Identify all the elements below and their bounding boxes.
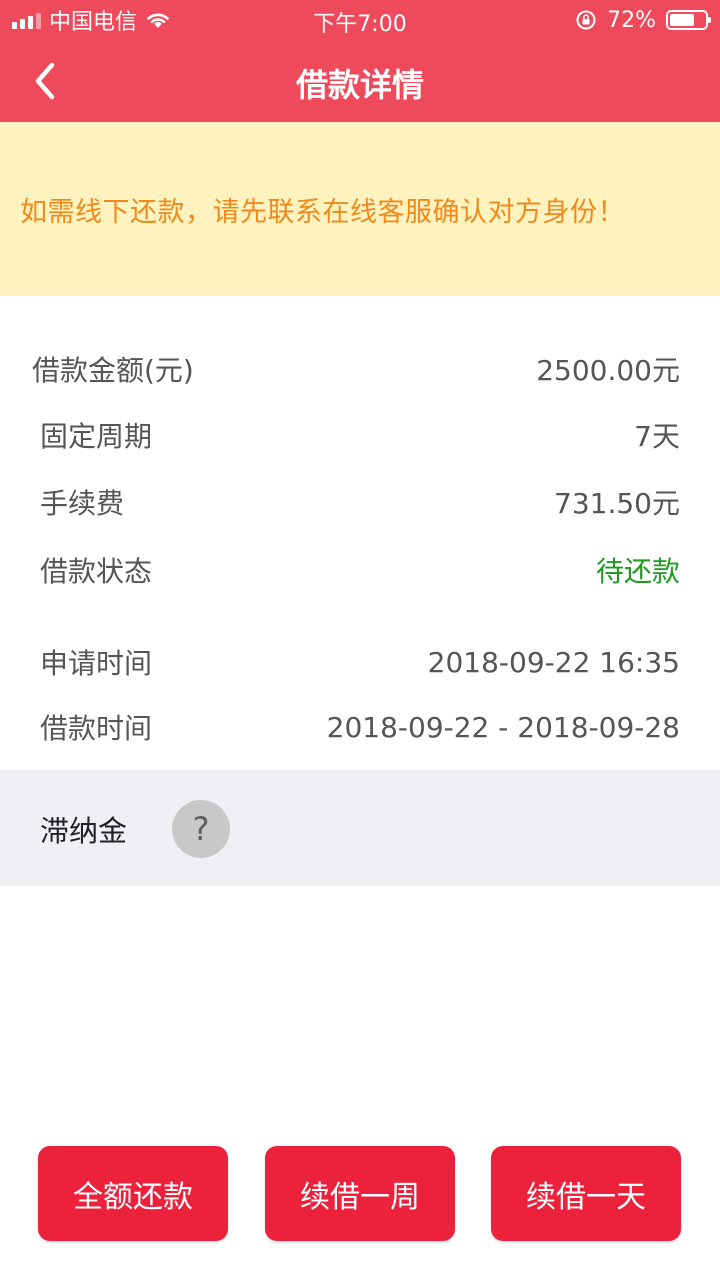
battery-fill [670, 14, 695, 26]
detail-row-fee: 手续费 731.50元 [40, 477, 680, 527]
detail-row-apply-time: 申请时间 2018-09-22 16:35 [40, 637, 680, 687]
notice-text: 如需线下还款，请先联系在线客服确认对方身份！ [20, 196, 625, 228]
late-fee-section: 滞纳金 ? [0, 770, 720, 886]
fee-label: 手续费 [40, 487, 125, 520]
status-bar: 中国电信 下午7:00 72% [0, 0, 720, 40]
loan-time-value: 2018-09-22 - 2018-09-28 [326, 710, 680, 744]
loan-time-label: 借款时间 [40, 712, 153, 745]
battery-percent: 72% [607, 7, 656, 33]
status-value: 待还款 [595, 555, 680, 588]
amount-value: 2500.00元 [536, 354, 680, 387]
extend-day-button[interactable]: 续借一天 [491, 1146, 681, 1241]
rotation-lock-icon [576, 10, 596, 30]
detail-row-amount: 借款金额(元) 2500.00元 [32, 344, 680, 394]
period-value: 7天 [634, 420, 680, 453]
loan-details: 借款金额(元) 2500.00元 固定周期 7天 手续费 731.50元 借款状… [0, 296, 720, 770]
detail-row-period: 固定周期 7天 [40, 410, 680, 460]
battery-icon [666, 10, 711, 30]
amount-label: 借款金额(元) [32, 354, 194, 387]
detail-row-loan-time: 借款时间 2018-09-22 - 2018-09-28 [40, 702, 680, 752]
full-repay-button[interactable]: 全额还款 [38, 1146, 228, 1241]
fee-value: 731.50元 [554, 487, 680, 520]
help-icon[interactable]: ? [172, 800, 230, 858]
late-fee-label: 滞纳金 [40, 814, 128, 848]
notice-banner: 如需线下还款，请先联系在线客服确认对方身份！ [0, 122, 720, 296]
apply-time-label: 申请时间 [40, 647, 153, 680]
page-title: 借款详情 [295, 66, 424, 104]
nav-bar: 借款详情 [0, 40, 720, 122]
status-right: 72% [575, 6, 711, 34]
period-label: 固定周期 [40, 420, 153, 453]
status-label: 借款状态 [40, 555, 153, 588]
detail-row-status: 借款状态 待还款 [40, 545, 680, 595]
apply-time-value: 2018-09-22 16:35 [427, 645, 680, 679]
extend-week-button[interactable]: 续借一周 [265, 1146, 455, 1241]
